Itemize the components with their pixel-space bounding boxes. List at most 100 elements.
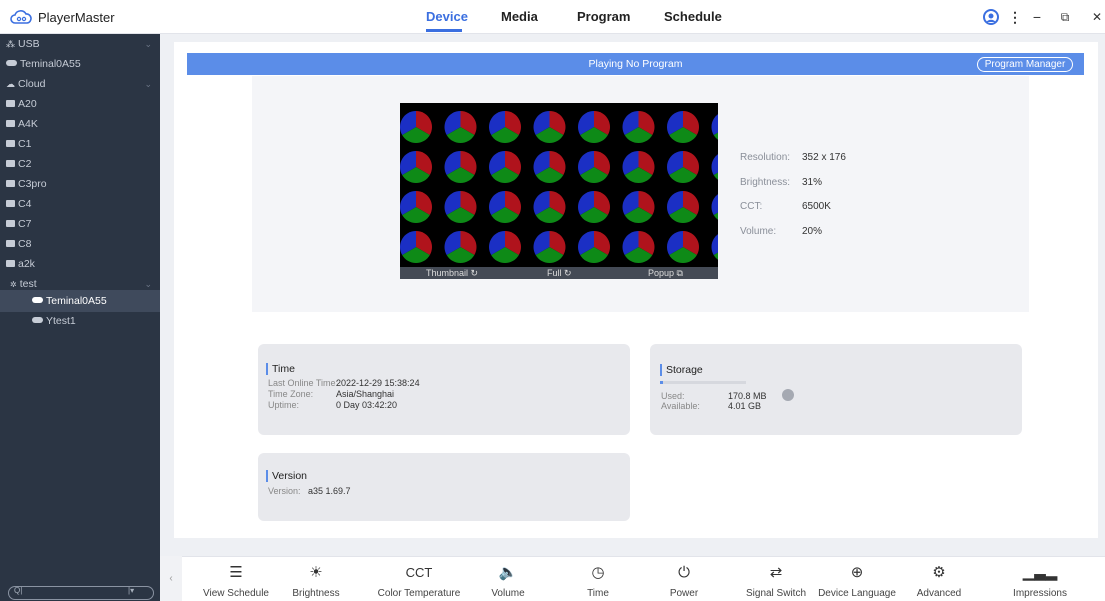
screen-preview: Thumbnail ↻ Full ↻ Popup ⧉ bbox=[400, 103, 718, 279]
sidebar-item-a4k[interactable]: A4K bbox=[0, 114, 160, 134]
sidebar-item-c7[interactable]: C7 bbox=[0, 214, 160, 234]
cct-icon: CCT bbox=[405, 565, 433, 580]
pie-wedge bbox=[711, 234, 718, 255]
storage-details-icon[interactable] bbox=[782, 389, 794, 401]
cct-value: 6500K bbox=[802, 201, 831, 212]
top-bar: PlayerMaster Device Media Program Schedu… bbox=[0, 0, 1105, 34]
group-icon: ✲ bbox=[10, 280, 17, 289]
advanced-button[interactable]: ⚙ Advanced bbox=[904, 557, 974, 601]
uptime-label: Uptime: bbox=[268, 400, 300, 410]
sidebar-item-usb[interactable]: ⁂ USB ⌄ bbox=[0, 34, 160, 54]
used-label: Used: bbox=[661, 391, 685, 401]
device-tree-sidebar: ⁂ USB ⌄ Teminal0A55 ☁ Cloud ⌄ A20 A4K C1 C2 … bbox=[0, 34, 160, 556]
full-button[interactable]: Full ↻ bbox=[547, 267, 572, 279]
view-schedule-button[interactable]: ☰ View Schedule bbox=[196, 557, 276, 601]
group-icon bbox=[6, 99, 15, 107]
volume-button[interactable]: 🔈 Volume bbox=[478, 557, 538, 601]
sidebar-item-c8[interactable]: C8 bbox=[0, 234, 160, 254]
group-icon bbox=[6, 139, 15, 147]
storage-card bbox=[650, 344, 1022, 435]
version-value: a35 1.69.7 bbox=[308, 486, 351, 496]
program-manager-button[interactable]: Program Manager bbox=[977, 57, 1073, 72]
usb-icon: ⁂ bbox=[6, 39, 15, 49]
device-icon bbox=[32, 317, 43, 324]
storage-usage-bar bbox=[660, 381, 746, 384]
user-icon[interactable] bbox=[982, 8, 1000, 26]
sidebar-item-c3pro[interactable]: C3pro bbox=[0, 174, 160, 194]
sun-icon: ☀ bbox=[309, 564, 323, 581]
popup-icon: ⧉ bbox=[674, 268, 683, 278]
chevron-down-icon[interactable]: ⌄ bbox=[144, 34, 152, 54]
sidebar-item-teminal0a55-usb[interactable]: Teminal0A55 bbox=[0, 54, 160, 74]
cloud-icon: ☁ bbox=[6, 79, 15, 89]
chevron-down-icon[interactable]: ⌄ bbox=[144, 74, 152, 94]
refresh-icon: ↻ bbox=[468, 268, 479, 278]
playing-status-text: Playing No Program bbox=[588, 58, 683, 70]
brightness-value: 31% bbox=[802, 177, 823, 188]
available-label: Available: bbox=[661, 401, 700, 411]
sidebar-item-c2[interactable]: C2 bbox=[0, 154, 160, 174]
device-language-button[interactable]: ⊕ Device Language bbox=[812, 557, 902, 601]
test-pattern-image bbox=[400, 111, 718, 263]
storage-usage-fill bbox=[660, 381, 664, 384]
filter-dropdown-icon[interactable]: |▾ bbox=[128, 586, 134, 595]
group-icon bbox=[6, 179, 15, 187]
swap-arrows-icon: ⇄ bbox=[769, 564, 783, 581]
time-card bbox=[258, 344, 630, 435]
time-card-title: Time bbox=[266, 363, 295, 375]
bar-chart-icon: ▁▃▂ bbox=[1022, 564, 1058, 581]
sidebar-item-c1[interactable]: C1 bbox=[0, 134, 160, 154]
group-icon bbox=[6, 199, 15, 207]
playing-status-banner: Playing No Program Program Manager bbox=[187, 53, 1084, 75]
tab-media[interactable]: Media bbox=[501, 9, 538, 24]
pie-wedge bbox=[711, 194, 718, 215]
popup-button[interactable]: Popup ⧉ bbox=[648, 267, 683, 279]
sidebar-item-cloud[interactable]: ☁ Cloud ⌄ bbox=[0, 74, 160, 94]
uptime-value: 0 Day 03:42:20 bbox=[336, 400, 398, 410]
gear-icon: ⚙ bbox=[932, 564, 946, 581]
active-tab-indicator bbox=[426, 29, 462, 32]
sidebar-item-a20[interactable]: A20 bbox=[0, 94, 160, 114]
storage-card-title: Storage bbox=[660, 364, 703, 376]
group-icon bbox=[6, 159, 15, 167]
version-label: Version: bbox=[268, 486, 301, 496]
resolution-label: Resolution: bbox=[740, 152, 791, 163]
time-zone-label: Time Zone: bbox=[268, 389, 314, 399]
clock-icon: ◷ bbox=[591, 564, 605, 581]
refresh-icon: ↻ bbox=[561, 268, 572, 278]
sidebar-item-a2k[interactable]: a2k bbox=[0, 254, 160, 274]
device-control-toolbar: ☰ View Schedule ☀ Brightness CCT Color T… bbox=[182, 556, 1105, 601]
impressions-button[interactable]: ▁▃▂ Impressions bbox=[1000, 557, 1080, 601]
version-card-title: Version bbox=[266, 470, 307, 482]
device-icon bbox=[32, 297, 43, 304]
group-icon bbox=[6, 259, 15, 267]
brightness-button[interactable]: ☀ Brightness bbox=[276, 557, 356, 601]
volume-value: 20% bbox=[802, 226, 823, 237]
color-temperature-button[interactable]: CCT Color Temperature bbox=[374, 557, 464, 601]
tab-schedule[interactable]: Schedule bbox=[664, 9, 722, 24]
list-search-icon: ☰ bbox=[229, 564, 243, 581]
group-icon bbox=[6, 239, 15, 247]
sidebar-item-teminal0a55[interactable]: Teminal0A55 bbox=[0, 290, 160, 312]
tab-program[interactable]: Program bbox=[577, 9, 630, 24]
restore-button[interactable]: ⧉ bbox=[1057, 8, 1073, 26]
sidebar-item-ytest1[interactable]: Ytest1 bbox=[0, 311, 160, 331]
resolution-value: 352 x 176 bbox=[802, 152, 846, 163]
sidebar-item-c4[interactable]: C4 bbox=[0, 194, 160, 214]
close-button[interactable]: ✕ bbox=[1090, 8, 1104, 26]
app-title: PlayerMaster bbox=[38, 10, 115, 25]
minimize-button[interactable]: − bbox=[1029, 8, 1045, 26]
signal-switch-button[interactable]: ⇄ Signal Switch bbox=[736, 557, 816, 601]
more-vertical-icon[interactable]: ⋮ bbox=[1008, 8, 1022, 26]
last-online-value: 2022-12-29 15:38:24 bbox=[336, 378, 420, 388]
power-button[interactable]: ⏻ Power bbox=[654, 557, 714, 601]
time-button[interactable]: ◷ Time bbox=[568, 557, 628, 601]
search-icon: Q| bbox=[14, 586, 23, 595]
used-value: 170.8 MB bbox=[728, 391, 767, 401]
power-icon: ⏻ bbox=[678, 564, 690, 581]
collapse-sidebar-button[interactable]: ‹ bbox=[160, 556, 182, 601]
pie-wedge bbox=[711, 154, 718, 175]
thumbnail-button[interactable]: Thumbnail ↻ bbox=[426, 267, 478, 279]
tab-device[interactable]: Device bbox=[426, 9, 468, 24]
globe-icon: ⊕ bbox=[850, 564, 864, 581]
